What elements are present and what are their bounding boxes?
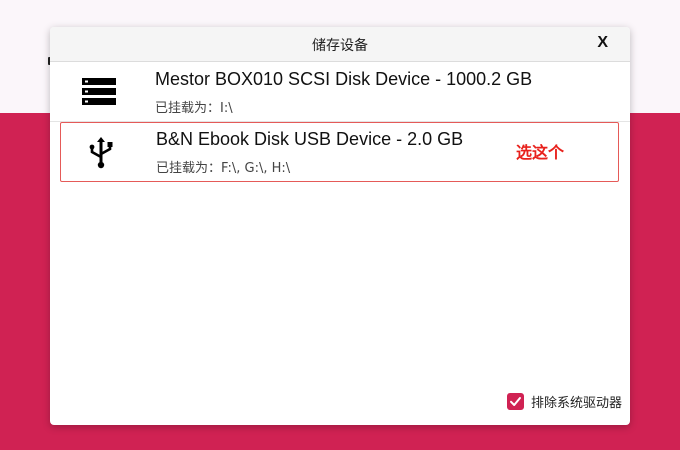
device-mount-points: 已挂载为：F:\, G:\, H:\ bbox=[156, 161, 291, 176]
close-button[interactable]: X bbox=[597, 34, 608, 52]
dialog-title: 储存设备 bbox=[312, 38, 368, 54]
device-name: Mestor BOX010 SCSI Disk Device - 1000.2 … bbox=[155, 69, 533, 89]
device-row-bn-ebook[interactable]: B&N Ebook Disk USB Device - 2.0 GB 已挂载为：… bbox=[60, 122, 619, 182]
exclude-system-drives-checkbox[interactable] bbox=[506, 392, 524, 410]
device-row-mestor[interactable]: Mestor BOX010 SCSI Disk Device - 1000.2 … bbox=[50, 62, 630, 122]
annotation-select-this: 选这个 bbox=[516, 143, 565, 162]
server-drive-icon bbox=[82, 78, 116, 105]
desktop-background: 储存设备 X Mestor BOX010 SCSI Disk Device - … bbox=[0, 0, 680, 450]
exclude-system-drives-option[interactable]: 排除系统驱动器 bbox=[506, 391, 622, 411]
device-mount-points: 已挂载为：I:\ bbox=[155, 101, 233, 116]
storage-device-dialog: 储存设备 X Mestor BOX010 SCSI Disk Device - … bbox=[50, 27, 630, 425]
device-name: B&N Ebook Disk USB Device - 2.0 GB bbox=[156, 129, 464, 149]
dialog-titlebar: 储存设备 X bbox=[50, 27, 630, 62]
checkmark-icon bbox=[509, 396, 521, 406]
usb-icon bbox=[89, 137, 113, 169]
exclude-system-drives-label: 排除系统驱动器 bbox=[530, 395, 622, 411]
